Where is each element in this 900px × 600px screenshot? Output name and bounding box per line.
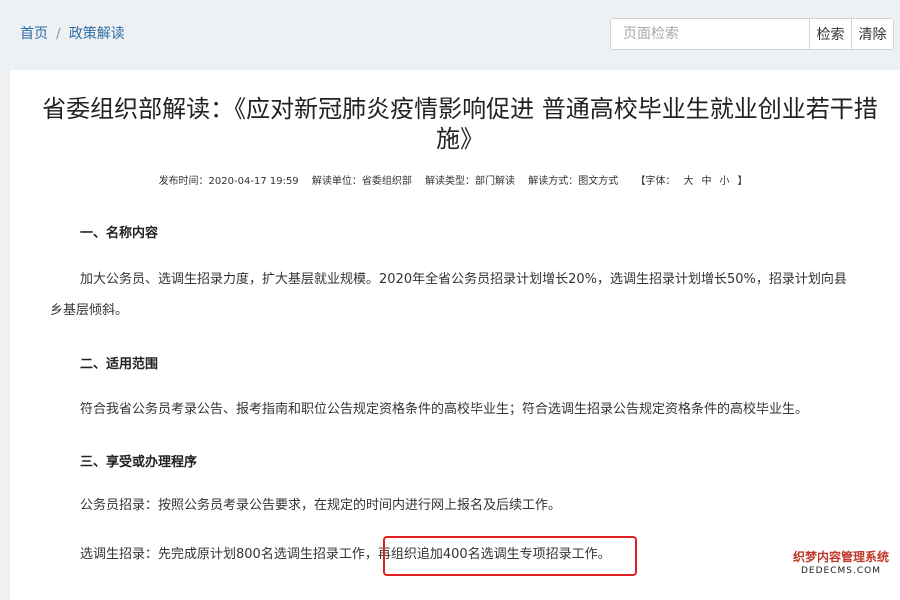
breadcrumb-separator: / bbox=[56, 26, 61, 42]
watermark-logo: 织梦内容管理系统 DEDECMS.COM bbox=[786, 550, 896, 577]
interpret-unit: 解读单位：省委组织部 bbox=[311, 176, 412, 187]
interpret-type: 解读类型：部门解读 bbox=[425, 176, 516, 187]
section-heading-1: 一、名称内容 bbox=[80, 226, 159, 241]
font-size-prefix: 【字体： bbox=[635, 176, 676, 187]
font-size-suffix: 】 bbox=[737, 176, 748, 187]
paragraph-3: 公务员招录：按照公务员考录公告要求，在规定的时间内进行网上报名及后续工作。 bbox=[80, 498, 562, 513]
breadcrumb-current-link[interactable]: 政策解读 bbox=[69, 26, 125, 42]
highlight-box bbox=[383, 536, 637, 576]
breadcrumb: 首页 / 政策解读 bbox=[20, 23, 125, 43]
clear-button[interactable]: 清除 bbox=[851, 19, 893, 49]
article-meta: 发布时间：2020-04-17 19:59 解读单位：省委组织部 解读类型：部门… bbox=[10, 172, 900, 187]
search-group: 检索 清除 bbox=[610, 18, 894, 50]
font-size-switcher: 【字体： 大中小】 bbox=[631, 176, 751, 187]
article-card: 省委组织部解读：《应对新冠肺炎疫情影响促进 普通高校毕业生就业创业若干措施》 发… bbox=[10, 70, 900, 600]
breadcrumb-home-link[interactable]: 首页 bbox=[20, 26, 48, 42]
interpret-mode: 解读方式：图文方式 bbox=[528, 176, 619, 187]
section-heading-3: 三、享受或办理程序 bbox=[80, 455, 198, 470]
paragraph-2: 符合我省公务员考录公告、报考指南和职位公告规定资格条件的高校毕业生；符合选调生招… bbox=[80, 402, 809, 417]
watermark-line2: DEDECMS.COM bbox=[801, 566, 881, 576]
watermark-line1: 织梦内容管理系统 bbox=[792, 550, 889, 564]
search-button[interactable]: 检索 bbox=[809, 19, 851, 49]
article-title: 省委组织部解读：《应对新冠肺炎疫情影响促进 普通高校毕业生就业创业若干措施》 bbox=[42, 95, 878, 153]
publish-time: 发布时间：2020-04-17 19:59 bbox=[158, 176, 299, 187]
font-size-small-link[interactable]: 小 bbox=[719, 176, 729, 187]
paragraph-1: 加大公务员、选调生招录力度，扩大基层就业规模。2020年全省公务员招录计划增长2… bbox=[50, 272, 847, 318]
section-heading-2: 二、适用范围 bbox=[80, 357, 159, 372]
font-size-large-link[interactable]: 大 bbox=[683, 176, 693, 187]
top-bar: 首页 / 政策解读 检索 清除 bbox=[0, 0, 900, 66]
font-size-medium-link[interactable]: 中 bbox=[701, 176, 711, 187]
search-input[interactable] bbox=[611, 19, 809, 49]
